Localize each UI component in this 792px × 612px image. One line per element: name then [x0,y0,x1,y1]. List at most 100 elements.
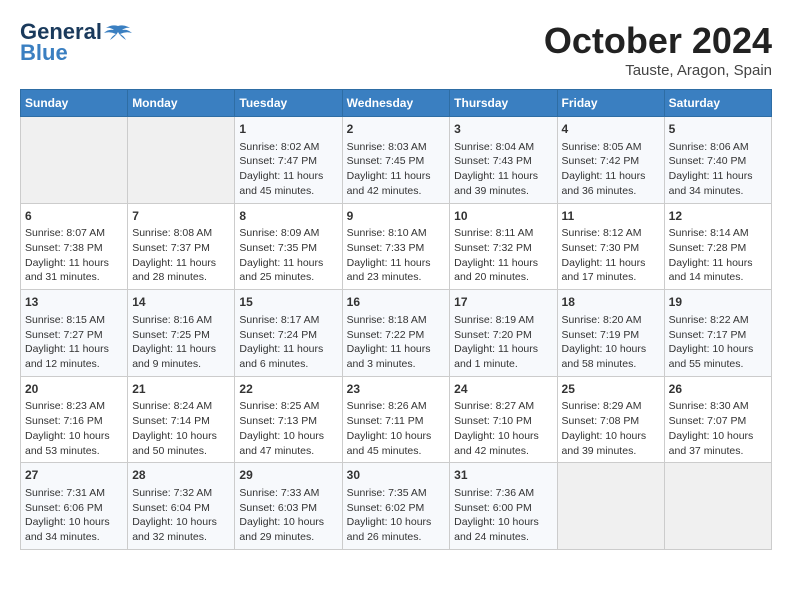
day-info: Sunrise: 8:23 AM Sunset: 7:16 PM Dayligh… [25,399,123,458]
calendar-cell: 8Sunrise: 8:09 AM Sunset: 7:35 PM Daylig… [235,203,342,290]
location-text: Tauste, Aragon, Spain [544,62,772,79]
day-info: Sunrise: 8:04 AM Sunset: 7:43 PM Dayligh… [454,140,552,199]
day-info: Sunrise: 8:20 AM Sunset: 7:19 PM Dayligh… [562,313,660,372]
calendar-cell: 6Sunrise: 8:07 AM Sunset: 7:38 PM Daylig… [21,203,128,290]
calendar-cell [557,463,664,550]
calendar-cell: 4 Sunrise: 8:05 AM Sunset: 7:42 PM Daylig… [557,117,664,204]
day-number: 14 [132,294,230,311]
calendar-cell [21,117,128,204]
calendar-cell: 25Sunrise: 8:29 AM Sunset: 7:08 PM Dayli… [557,376,664,463]
day-number: 3 [454,121,552,138]
day-info: Sunrise: 8:17 AM Sunset: 7:24 PM Dayligh… [239,313,337,372]
calendar-week-1: 1Sunrise: 8:02 AM Sunset: 7:47 PM Daylig… [21,117,772,204]
day-info: Sunrise: 8:29 AM Sunset: 7:08 PM Dayligh… [562,399,660,458]
calendar-cell: 20Sunrise: 8:23 AM Sunset: 7:16 PM Dayli… [21,376,128,463]
day-info: Sunrise: 7:32 AM Sunset: 6:04 PM Dayligh… [132,486,230,545]
calendar-cell: 31Sunrise: 7:36 AM Sunset: 6:00 PM Dayli… [450,463,557,550]
logo-bird-icon [104,24,132,42]
day-number: 24 [454,381,552,398]
weekday-header-sunday: Sunday [21,90,128,117]
day-info: Sunrise: 8:03 AM Sunset: 7:45 PM Dayligh… [347,140,446,199]
day-number: 28 [132,467,230,484]
calendar-week-5: 27 Sunrise: 7:31 AM Sunset: 6:06 PM Dayli… [21,463,772,550]
day-number: 26 [669,381,767,398]
calendar-cell: 10Sunrise: 8:11 AM Sunset: 7:32 PM Dayli… [450,203,557,290]
weekday-header-friday: Friday [557,90,664,117]
calendar-cell: 23Sunrise: 8:26 AM Sunset: 7:11 PM Dayli… [342,376,450,463]
calendar-week-4: 20Sunrise: 8:23 AM Sunset: 7:16 PM Dayli… [21,376,772,463]
day-number: 10 [454,208,552,225]
day-info: Sunrise: 8:10 AM Sunset: 7:33 PM Dayligh… [347,226,446,285]
day-info: Sunrise: 8:22 AM Sunset: 7:17 PM Dayligh… [669,313,767,372]
calendar-week-3: 13 Sunrise: 8:15 AM Sunset: 7:27 PM Dayli… [21,290,772,377]
day-info: Sunrise: 7:31 AM Sunset: 6:06 PM Dayligh… [25,486,123,545]
calendar-cell: 12Sunrise: 8:14 AM Sunset: 7:28 PM Dayli… [664,203,771,290]
day-info: Sunrise: 8:24 AM Sunset: 7:14 PM Dayligh… [132,399,230,458]
calendar-cell: 7Sunrise: 8:08 AM Sunset: 7:37 PM Daylig… [128,203,235,290]
day-number: 2 [347,121,446,138]
day-number: 21 [132,381,230,398]
calendar-cell: 3 Sunrise: 8:04 AM Sunset: 7:43 PM Daylig… [450,117,557,204]
day-number: 25 [562,381,660,398]
weekday-header-monday: Monday [128,90,235,117]
day-info: Sunrise: 7:33 AM Sunset: 6:03 PM Dayligh… [239,486,337,545]
day-number: 9 [347,208,446,225]
calendar-cell: 16 Sunrise: 8:18 AM Sunset: 7:22 PM Dayli… [342,290,450,377]
calendar-cell: 26Sunrise: 8:30 AM Sunset: 7:07 PM Dayli… [664,376,771,463]
calendar-cell: 13 Sunrise: 8:15 AM Sunset: 7:27 PM Dayli… [21,290,128,377]
calendar-cell: 2 Sunrise: 8:03 AM Sunset: 7:45 PM Daylig… [342,117,450,204]
calendar-cell: 27 Sunrise: 7:31 AM Sunset: 6:06 PM Dayli… [21,463,128,550]
month-title: October 2024 [544,20,772,62]
calendar-week-2: 6Sunrise: 8:07 AM Sunset: 7:38 PM Daylig… [21,203,772,290]
day-number: 5 [669,121,767,138]
title-section: October 2024 Tauste, Aragon, Spain [544,20,772,79]
calendar-table: SundayMondayTuesdayWednesdayThursdayFrid… [20,89,772,550]
day-number: 11 [562,208,660,225]
calendar-cell: 17 Sunrise: 8:19 AM Sunset: 7:20 PM Dayli… [450,290,557,377]
day-number: 31 [454,467,552,484]
day-number: 6 [25,208,123,225]
day-info: Sunrise: 8:08 AM Sunset: 7:37 PM Dayligh… [132,226,230,285]
day-info: Sunrise: 8:11 AM Sunset: 7:32 PM Dayligh… [454,226,552,285]
day-info: Sunrise: 8:18 AM Sunset: 7:22 PM Dayligh… [347,313,446,372]
day-number: 30 [347,467,446,484]
calendar-cell: 24Sunrise: 8:27 AM Sunset: 7:10 PM Dayli… [450,376,557,463]
weekday-header-row: SundayMondayTuesdayWednesdayThursdayFrid… [21,90,772,117]
calendar-cell: 30Sunrise: 7:35 AM Sunset: 6:02 PM Dayli… [342,463,450,550]
day-number: 15 [239,294,337,311]
day-number: 8 [239,208,337,225]
weekday-header-tuesday: Tuesday [235,90,342,117]
day-number: 23 [347,381,446,398]
day-number: 19 [669,294,767,311]
day-number: 22 [239,381,337,398]
calendar-cell [664,463,771,550]
weekday-header-wednesday: Wednesday [342,90,450,117]
day-number: 27 [25,467,123,484]
day-number: 1 [239,121,337,138]
day-info: Sunrise: 8:26 AM Sunset: 7:11 PM Dayligh… [347,399,446,458]
day-number: 12 [669,208,767,225]
day-number: 29 [239,467,337,484]
day-number: 20 [25,381,123,398]
day-info: Sunrise: 8:07 AM Sunset: 7:38 PM Dayligh… [25,226,123,285]
day-info: Sunrise: 8:05 AM Sunset: 7:42 PM Dayligh… [562,140,660,199]
calendar-cell: 15 Sunrise: 8:17 AM Sunset: 7:24 PM Dayli… [235,290,342,377]
weekday-header-thursday: Thursday [450,90,557,117]
day-info: Sunrise: 8:15 AM Sunset: 7:27 PM Dayligh… [25,313,123,372]
calendar-cell: 9Sunrise: 8:10 AM Sunset: 7:33 PM Daylig… [342,203,450,290]
calendar-cell [128,117,235,204]
day-info: Sunrise: 8:06 AM Sunset: 7:40 PM Dayligh… [669,140,767,199]
day-number: 17 [454,294,552,311]
day-number: 4 [562,121,660,138]
calendar-cell: 11Sunrise: 8:12 AM Sunset: 7:30 PM Dayli… [557,203,664,290]
calendar-cell: 18 Sunrise: 8:20 AM Sunset: 7:19 PM Dayli… [557,290,664,377]
day-info: Sunrise: 8:19 AM Sunset: 7:20 PM Dayligh… [454,313,552,372]
calendar-cell: 19 Sunrise: 8:22 AM Sunset: 7:17 PM Dayli… [664,290,771,377]
day-info: Sunrise: 8:25 AM Sunset: 7:13 PM Dayligh… [239,399,337,458]
calendar-cell: 5 Sunrise: 8:06 AM Sunset: 7:40 PM Daylig… [664,117,771,204]
day-info: Sunrise: 8:14 AM Sunset: 7:28 PM Dayligh… [669,226,767,285]
day-number: 13 [25,294,123,311]
day-number: 18 [562,294,660,311]
calendar-cell: 22Sunrise: 8:25 AM Sunset: 7:13 PM Dayli… [235,376,342,463]
day-number: 16 [347,294,446,311]
